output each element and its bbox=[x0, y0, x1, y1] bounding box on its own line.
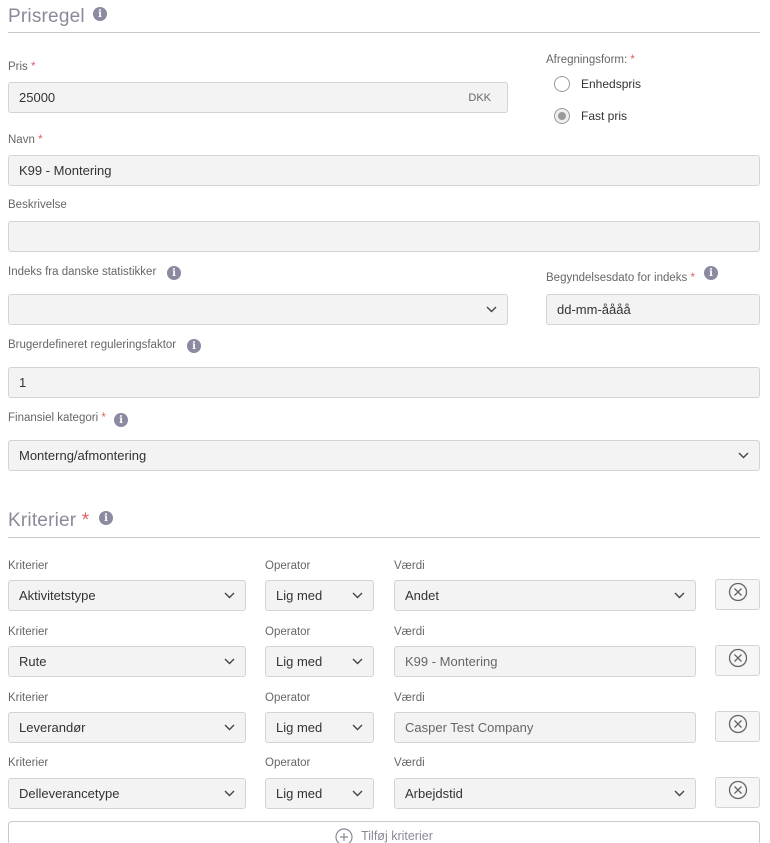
chevron-down-icon bbox=[223, 590, 235, 602]
vaerdi-input[interactable]: K99 - Montering bbox=[394, 646, 696, 677]
kriterie-label: Kriterier bbox=[8, 560, 49, 572]
section-title-text: Prisregel bbox=[8, 6, 85, 27]
chevron-down-icon bbox=[351, 722, 363, 734]
remove-criteria-button[interactable] bbox=[715, 711, 760, 742]
operator-label: Operator bbox=[265, 692, 311, 704]
operator-select[interactable]: Lig med bbox=[265, 646, 374, 677]
navn-input[interactable]: K99 - Montering bbox=[8, 155, 760, 186]
reguleringsfaktor-label: Brugerdefineret reguleringsfaktor bbox=[8, 339, 177, 351]
radio-circle[interactable] bbox=[554, 108, 570, 124]
radio-circle[interactable] bbox=[554, 76, 570, 92]
chevron-down-icon bbox=[223, 656, 235, 668]
operator-label: Operator bbox=[265, 626, 311, 638]
chevron-down-icon bbox=[223, 788, 235, 800]
chevron-down-icon bbox=[223, 722, 235, 734]
chevron-down-icon bbox=[351, 590, 363, 602]
info-icon[interactable]: i bbox=[704, 266, 718, 280]
finansiel-kategori-select[interactable]: Monterng/afmontering bbox=[8, 440, 760, 471]
vaerdi-value: K99 - Montering bbox=[405, 654, 498, 669]
kriterie-select[interactable]: Delleverancetype bbox=[8, 778, 246, 809]
vaerdi-label: Værdi bbox=[394, 692, 425, 704]
close-circle-icon bbox=[728, 714, 748, 739]
kriterie-select[interactable]: Aktivitetstype bbox=[8, 580, 246, 611]
pris-input[interactable]: 25000 DKK bbox=[8, 82, 508, 113]
close-circle-icon bbox=[728, 780, 748, 805]
vaerdi-value: Arbejdstid bbox=[405, 786, 463, 801]
reguleringsfaktor-value: 1 bbox=[19, 375, 27, 390]
kriterie-value: Leverandør bbox=[19, 720, 86, 735]
close-circle-icon bbox=[728, 648, 748, 673]
info-icon[interactable]: i bbox=[187, 339, 201, 353]
kriterie-value: Rute bbox=[19, 654, 47, 669]
operator-value: Lig med bbox=[276, 720, 323, 735]
vaerdi-label: Værdi bbox=[394, 757, 425, 769]
add-criteria-button[interactable]: Tilføj kriterier bbox=[8, 821, 760, 843]
section-title-text: Kriterier bbox=[8, 510, 77, 531]
remove-criteria-button[interactable] bbox=[715, 777, 760, 808]
kriterie-select[interactable]: Leverandør bbox=[8, 712, 246, 743]
info-icon[interactable]: i bbox=[114, 413, 128, 427]
vaerdi-label: Værdi bbox=[394, 560, 425, 572]
operator-select[interactable]: Lig med bbox=[265, 712, 374, 743]
operator-label: Operator bbox=[265, 560, 311, 572]
chevron-down-icon bbox=[737, 450, 749, 462]
radio-label: Fast pris bbox=[581, 109, 628, 123]
section-divider bbox=[8, 537, 760, 538]
kriterie-label: Kriterier bbox=[8, 692, 49, 704]
chevron-down-icon bbox=[673, 788, 685, 800]
vaerdi-value: Andet bbox=[405, 588, 439, 603]
radio-enhedspris[interactable]: Enhedspris bbox=[554, 76, 641, 92]
finansiel-kategori-label: Finansiel kategori * bbox=[8, 412, 106, 424]
vaerdi-label: Værdi bbox=[394, 626, 425, 638]
vaerdi-select[interactable]: Andet bbox=[394, 580, 696, 611]
close-circle-icon bbox=[728, 582, 748, 607]
plus-circle-icon bbox=[335, 828, 353, 843]
operator-value: Lig med bbox=[276, 588, 323, 603]
begyndelsesdato-label: Begyndelsesdato for indeks * bbox=[546, 272, 695, 284]
pris-label: Pris * bbox=[8, 61, 36, 73]
add-criteria-label: Tilføj kriterier bbox=[361, 829, 433, 843]
section-divider bbox=[8, 32, 760, 33]
finansiel-kategori-value: Monterng/afmontering bbox=[19, 448, 147, 463]
kriterie-label: Kriterier bbox=[8, 626, 49, 638]
afregningsform-label: Afregningsform: * bbox=[546, 54, 635, 66]
indeks-label: Indeks fra danske statistikker bbox=[8, 266, 157, 278]
date-value: dd-mm-åååå bbox=[557, 302, 631, 317]
kriterie-select[interactable]: Rute bbox=[8, 646, 246, 677]
radio-fast-pris[interactable]: Fast pris bbox=[554, 108, 627, 124]
navn-value: K99 - Montering bbox=[19, 163, 112, 178]
chevron-down-icon bbox=[673, 590, 685, 602]
navn-label: Navn * bbox=[8, 134, 43, 146]
section-title-prisregel: Prisregel bbox=[8, 6, 85, 28]
indeks-select[interactable] bbox=[8, 294, 508, 325]
info-icon[interactable]: i bbox=[99, 511, 113, 525]
operator-label: Operator bbox=[265, 757, 311, 769]
chevron-down-icon bbox=[351, 656, 363, 668]
radio-label: Enhedspris bbox=[581, 77, 642, 91]
operator-select[interactable]: Lig med bbox=[265, 778, 374, 809]
reguleringsfaktor-input[interactable]: 1 bbox=[8, 367, 760, 398]
operator-value: Lig med bbox=[276, 654, 323, 669]
vaerdi-select[interactable]: Arbejdstid bbox=[394, 778, 696, 809]
operator-value: Lig med bbox=[276, 786, 323, 801]
pris-value: 25000 bbox=[19, 90, 56, 105]
beskrivelse-input[interactable] bbox=[8, 221, 760, 252]
kriterie-label: Kriterier bbox=[8, 757, 49, 769]
currency-suffix: DKK bbox=[468, 91, 491, 104]
chevron-down-icon bbox=[351, 788, 363, 800]
remove-criteria-button[interactable] bbox=[715, 645, 760, 676]
info-icon[interactable]: i bbox=[93, 7, 107, 21]
kriterie-value: Delleverancetype bbox=[19, 786, 120, 801]
vaerdi-value: Casper Test Company bbox=[405, 720, 534, 735]
chevron-down-icon bbox=[485, 304, 497, 316]
kriterie-value: Aktivitetstype bbox=[19, 588, 96, 603]
operator-select[interactable]: Lig med bbox=[265, 580, 374, 611]
vaerdi-input[interactable]: Casper Test Company bbox=[394, 712, 696, 743]
begyndelsesdato-input[interactable]: dd-mm-åååå bbox=[546, 294, 760, 325]
remove-criteria-button[interactable] bbox=[715, 579, 760, 610]
beskrivelse-label: Beskrivelse bbox=[8, 199, 67, 211]
info-icon[interactable]: i bbox=[167, 266, 181, 280]
section-title-kriterier: Kriterier * bbox=[8, 510, 90, 531]
